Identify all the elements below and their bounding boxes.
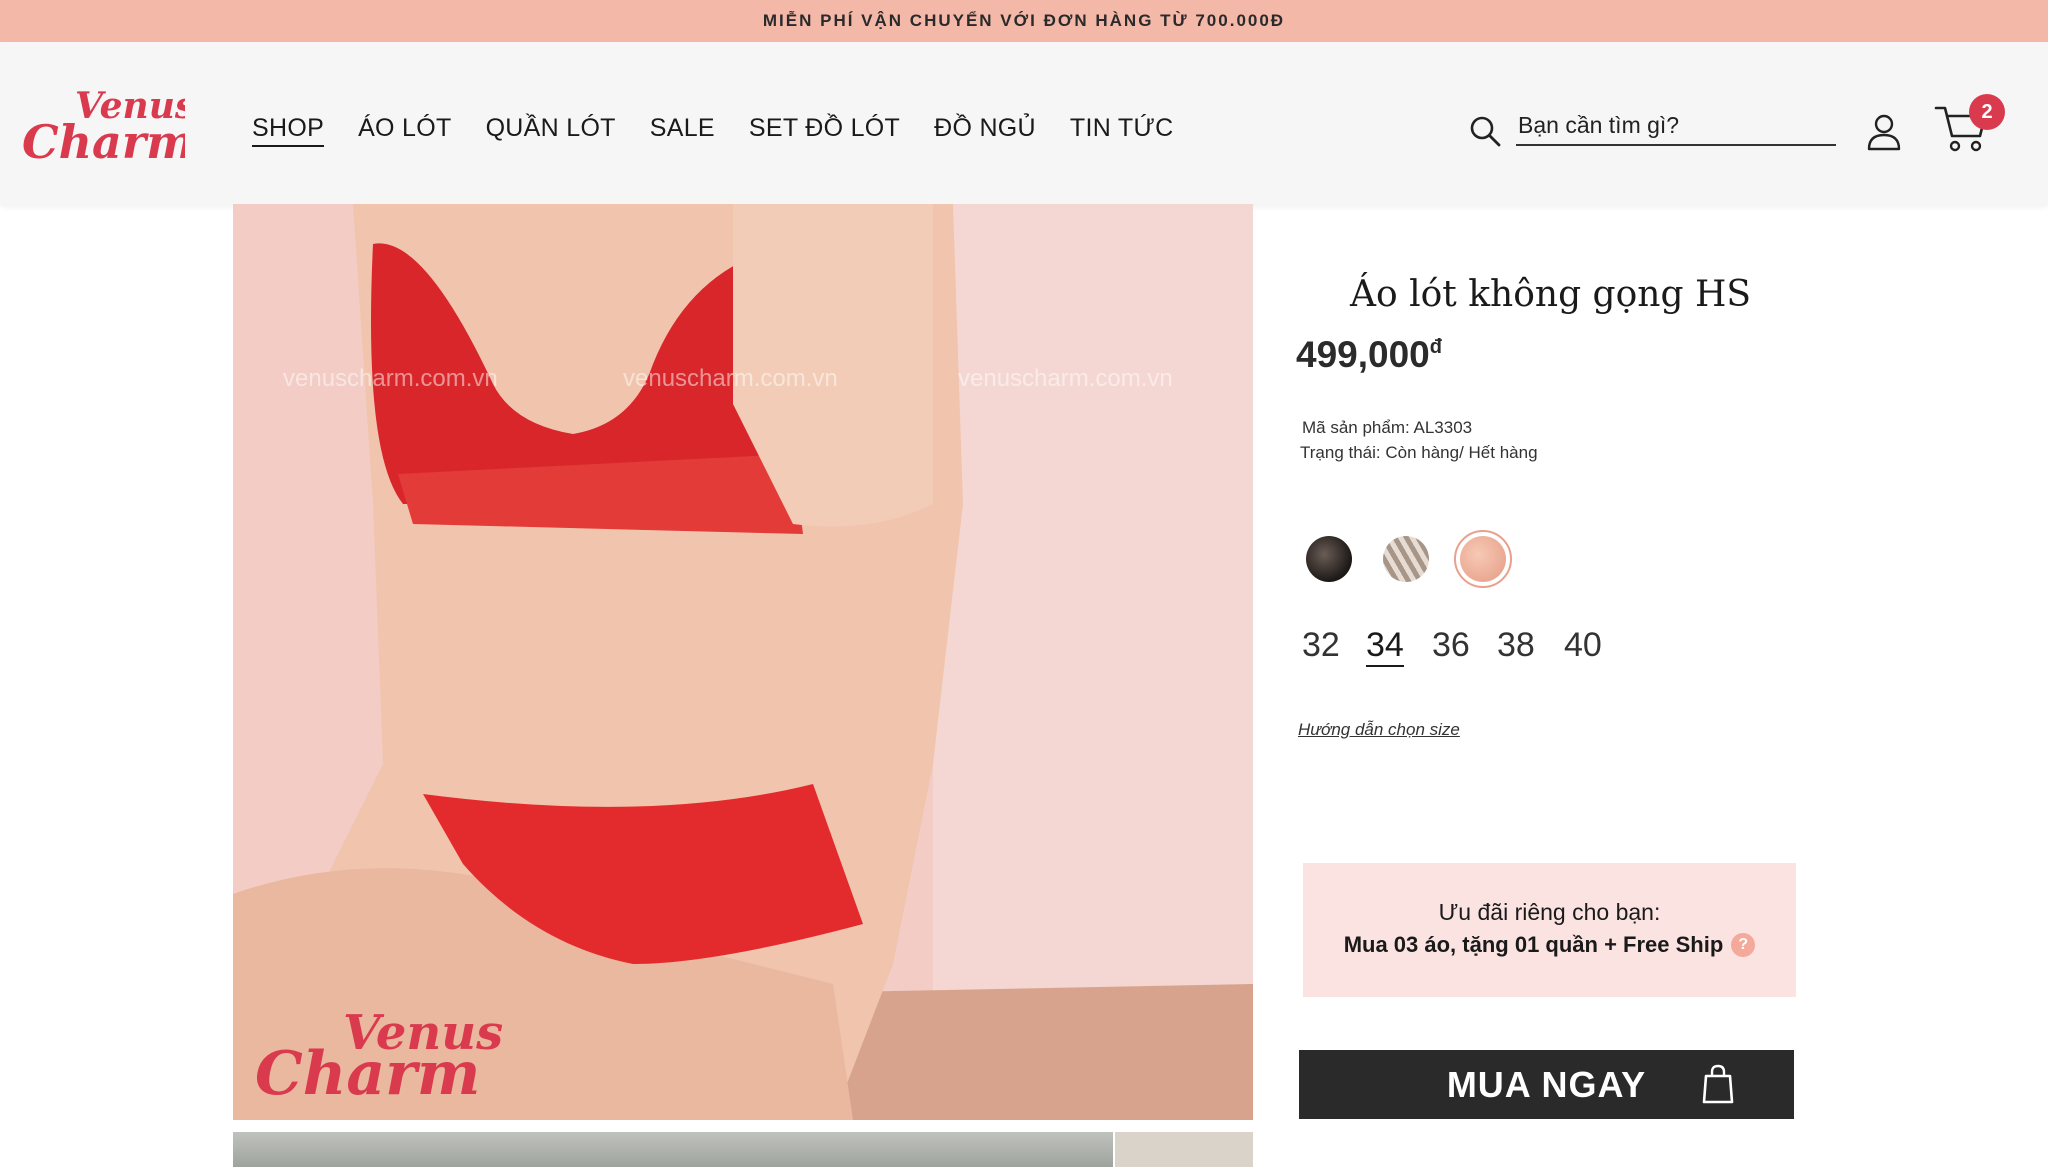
offer-detail-text: Mua 03 áo, tặng 01 quần + Free Ship bbox=[1343, 931, 1724, 957]
size-option-34[interactable]: 34 bbox=[1366, 626, 1404, 667]
nav-ao-lot[interactable]: ÁO LÓT bbox=[358, 114, 452, 147]
color-swatch-beige[interactable] bbox=[1383, 536, 1429, 582]
offer-title: Ưu đãi riêng cho bạn: bbox=[1438, 898, 1661, 925]
watermark-text: venuscharm.com.vn bbox=[958, 365, 1173, 392]
image-logo-charm: Charm bbox=[255, 1039, 480, 1109]
color-swatch-nude[interactable] bbox=[1460, 536, 1506, 582]
thumbnail-strip[interactable] bbox=[233, 1132, 1253, 1167]
size-option-32[interactable]: 32 bbox=[1302, 626, 1340, 665]
promo-text: MIỄN PHÍ VẬN CHUYỂN VỚI ĐƠN HÀNG TỪ 700.… bbox=[762, 11, 1286, 30]
venus-charm-logo[interactable]: Venus Charm bbox=[20, 80, 185, 170]
size-option-38[interactable]: 38 bbox=[1497, 626, 1535, 665]
nav-tin-tuc[interactable]: TIN TỨC bbox=[1070, 114, 1174, 147]
watermark-text: venuscharm.com.vn bbox=[283, 365, 498, 392]
thumbnail-image[interactable] bbox=[233, 1132, 1113, 1167]
main-nav: SHOP ÁO LÓT QUẦN LÓT SALE SET ĐỒ LÓT ĐỒ … bbox=[252, 114, 1207, 147]
search-input[interactable] bbox=[1516, 106, 1836, 146]
promo-bar: MIỄN PHÍ VẬN CHUYỂN VỚI ĐƠN HÀNG TỪ 700.… bbox=[0, 0, 2048, 42]
size-option-36[interactable]: 36 bbox=[1432, 626, 1470, 665]
offer-box: Ưu đãi riêng cho bạn: Mua 03 áo, tặng 01… bbox=[1303, 863, 1796, 997]
product-photo: venuscharm.com.vn venuscharm.com.vn venu… bbox=[233, 204, 1253, 1120]
user-icon[interactable] bbox=[1866, 112, 1902, 152]
size-guide-link[interactable]: Hướng dẫn chọn size bbox=[1298, 720, 1460, 740]
nav-set-do-lot[interactable]: SET ĐỒ LÓT bbox=[749, 114, 900, 147]
nav-quan-lot[interactable]: QUẦN LÓT bbox=[486, 114, 616, 147]
svg-text:Charm: Charm bbox=[22, 115, 185, 169]
watermark-text: venuscharm.com.vn bbox=[623, 365, 838, 392]
buy-now-button[interactable]: MUA NGAY bbox=[1299, 1050, 1794, 1119]
offer-detail: Mua 03 áo, tặng 01 quần + Free Ship ? bbox=[1344, 932, 1756, 958]
nav-do-ngu[interactable]: ĐỒ NGỦ bbox=[934, 114, 1036, 147]
help-icon[interactable]: ? bbox=[1731, 932, 1756, 957]
product-price: 499,000đ bbox=[1296, 334, 1442, 375]
product-status: Trạng thái: Còn hàng/ Hết hàng bbox=[1300, 443, 1538, 462]
buy-now-label: MUA NGAY bbox=[1446, 1063, 1647, 1105]
product-title: Áo lót không gọng HS bbox=[1350, 274, 1752, 315]
shopping-bag-icon bbox=[1702, 1064, 1734, 1104]
product-main-image[interactable]: venuscharm.com.vn venuscharm.com.vn venu… bbox=[233, 204, 1253, 1120]
site-header: Venus Charm SHOP ÁO LÓT QUẦN LÓT SALE SE… bbox=[0, 42, 2048, 204]
nav-shop[interactable]: SHOP bbox=[252, 114, 325, 147]
product-sku: Mã sản phẩm: AL3303 bbox=[1302, 418, 1473, 437]
size-option-40[interactable]: 40 bbox=[1564, 626, 1602, 665]
color-swatch-black[interactable] bbox=[1306, 536, 1352, 582]
thumbnail-image[interactable] bbox=[1113, 1132, 1253, 1167]
search-icon[interactable] bbox=[1468, 114, 1502, 148]
nav-sale[interactable]: SALE bbox=[650, 114, 715, 147]
cart-count-badge: 2 bbox=[1969, 94, 2005, 130]
